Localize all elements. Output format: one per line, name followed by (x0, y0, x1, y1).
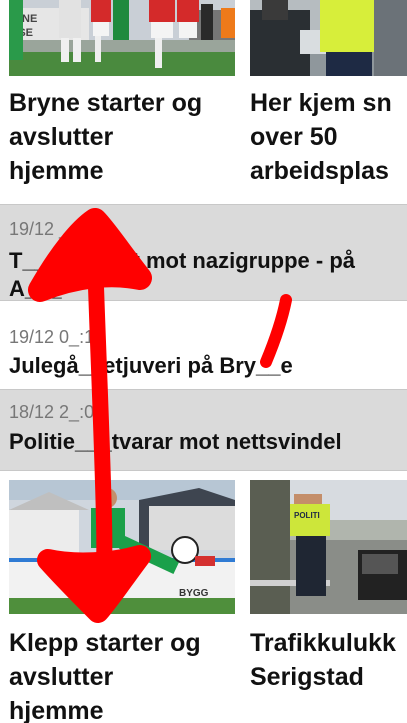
list-item-date: 19/12 0_:13 (9, 327, 105, 347)
list-item-date: 18/12 2_:00 (9, 402, 105, 422)
ad-board-text: BYGG (179, 588, 209, 599)
football-players-photo[interactable]: KINE ESE (9, 0, 235, 76)
news-card-klepp[interactable]: BYGG Klepp starter og avslutter hjemme (9, 480, 235, 723)
news-card-jobs[interactable]: Her kjem sn over 50 arbeidsplas (250, 0, 407, 195)
news-card-traffic[interactable]: POLITI Trafikkulukk Serigstad (250, 480, 407, 723)
news-card-title[interactable]: Her kjem sn over 50 arbeidsplas (250, 86, 407, 188)
news-card-title[interactable]: Bryne starter og avslutter hjemme (9, 86, 235, 188)
list-item-date: 19/12 __:45 (9, 219, 105, 239)
list-item[interactable]: 18/12 2_:00 Politie___tvarar mot nettsvi… (0, 389, 407, 471)
football-overhead-kick-photo[interactable]: BYGG (9, 480, 235, 614)
police-at-car-crash-photo[interactable]: POLITI (250, 480, 407, 614)
news-card-title[interactable]: Trafikkulukk Serigstad (250, 626, 407, 694)
list-item[interactable]: 19/12 __:45 T_______est mot nazigruppe -… (0, 204, 407, 300)
list-item-headline[interactable]: Julegå__etjuveri på Bry__e (9, 353, 293, 379)
vest-text: POLITI (294, 511, 320, 520)
list-item-headline[interactable]: T_______est mot nazigruppe - på A___ (9, 247, 355, 300)
officials-in-hi-vis-photo[interactable] (250, 0, 407, 76)
list-item-headline[interactable]: Politie___tvarar mot nettsvindel (9, 429, 342, 455)
list-item[interactable]: 19/12 0_:13 Julegå__etjuveri på Bry__e (0, 300, 407, 389)
news-card-title[interactable]: Klepp starter og avslutter hjemme (9, 626, 235, 723)
news-card-bryne[interactable]: KINE ESE Bryne starter og avslutter hjem… (9, 0, 235, 195)
